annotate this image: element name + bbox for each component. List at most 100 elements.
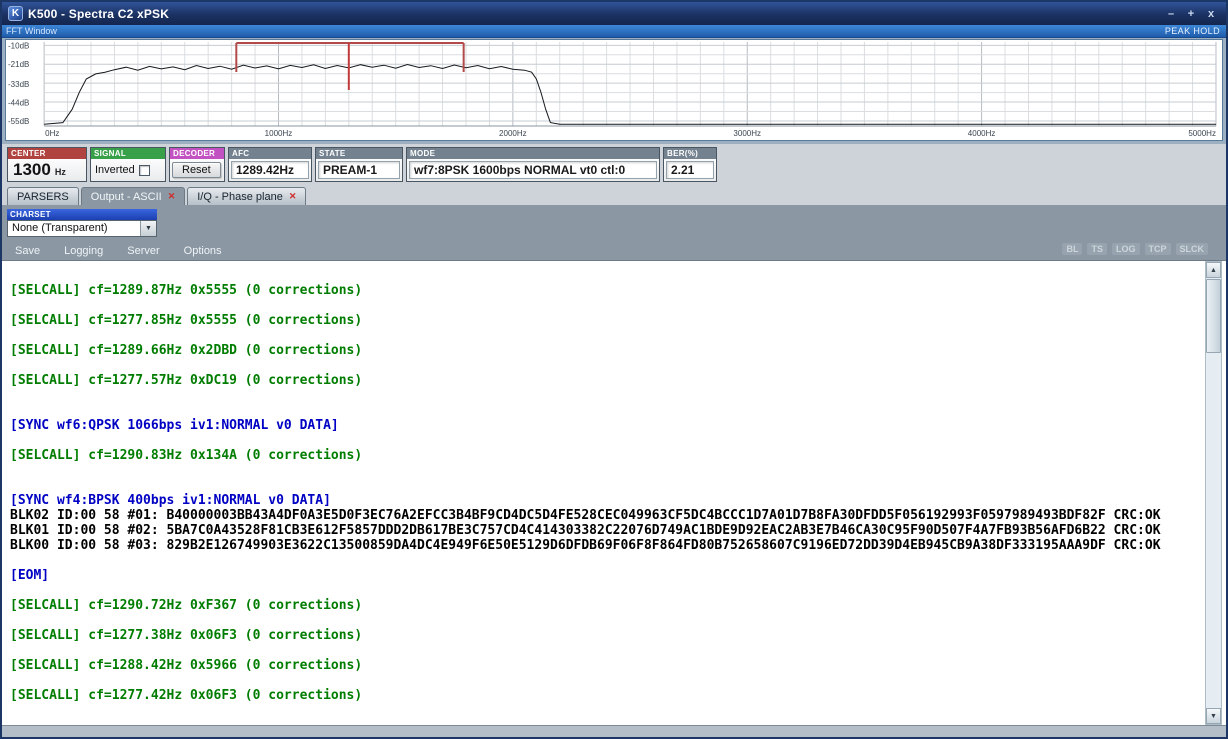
status-flags: BL TS LOG TCP SLCK <box>1062 243 1208 255</box>
fft-window-title: FFT Window <box>6 26 57 36</box>
output-line: BLK00 ID:00 58 #03: 829B2E126749903E3622… <box>10 538 1161 553</box>
menu-bar: Save Logging Server Options <box>15 245 222 257</box>
output-text: [SELCALL] cf=1289.87Hz 0x5555 (0 correct… <box>2 261 1226 703</box>
center-unit: Hz <box>54 167 66 177</box>
svg-text:0Hz: 0Hz <box>45 129 59 138</box>
afc-value: 1289.42Hz <box>231 161 309 179</box>
maximize-button[interactable]: + <box>1185 8 1197 20</box>
tab-parsers[interactable]: PARSERS <box>7 187 79 205</box>
charset-label: CHARSET <box>7 209 157 220</box>
tab-output-ascii[interactable]: Output - ASCII ✕ <box>80 187 186 205</box>
mode-control: MODE wf7:8PSK 1600bps NORMAL vt0 ctl:0 <box>406 147 660 182</box>
decoder-control: DECODER Reset <box>169 147 225 182</box>
svg-text:-10dB: -10dB <box>8 41 29 50</box>
tab-close-icon[interactable]: ✕ <box>168 191 176 202</box>
afc-label: AFC <box>229 148 311 159</box>
signal-label: SIGNAL <box>91 148 165 159</box>
output-toolbar-panel: CHARSET None (Transparent) ▼ Save Loggin… <box>2 205 1226 260</box>
ber-control: BER(%) 2.21 <box>663 147 717 182</box>
status-bar <box>2 725 1226 737</box>
window-title: K500 - Spectra C2 xPSK <box>28 6 170 21</box>
state-value: PREAM-1 <box>318 161 400 179</box>
svg-text:1000Hz: 1000Hz <box>265 129 293 138</box>
flag-ts[interactable]: TS <box>1087 243 1107 255</box>
menu-logging[interactable]: Logging <box>64 245 103 257</box>
flag-bl[interactable]: BL <box>1062 243 1083 255</box>
output-line: [SELCALL] cf=1277.42Hz 0x06F3 (0 correct… <box>10 688 363 703</box>
output-line: [SYNC wf6:QPSK 1066bps iv1:NORMAL v0 DAT… <box>10 418 339 433</box>
output-line: [SELCALL] cf=1277.85Hz 0x5555 (0 correct… <box>10 313 363 328</box>
svg-text:2000Hz: 2000Hz <box>499 129 527 138</box>
inverted-label: Inverted <box>95 164 135 176</box>
scrollbar-thumb[interactable] <box>1206 279 1221 353</box>
flag-log[interactable]: LOG <box>1112 243 1140 255</box>
output-line: BLK01 ID:00 58 #02: 5BA7C0A43528F81CB3E6… <box>10 523 1161 538</box>
charset-dropdown[interactable]: None (Transparent) ▼ <box>7 220 157 237</box>
close-button[interactable]: x <box>1205 8 1217 20</box>
svg-text:-21dB: -21dB <box>8 60 29 69</box>
decoder-output: [SELCALL] cf=1289.87Hz 0x5555 (0 correct… <box>2 260 1226 725</box>
scrollbar[interactable]: ▲ ▼ <box>1205 261 1222 725</box>
tab-label: Output - ASCII <box>90 190 162 203</box>
chevron-down-icon[interactable]: ▼ <box>140 221 156 236</box>
svg-text:3000Hz: 3000Hz <box>733 129 761 138</box>
output-line: [SELCALL] cf=1277.57Hz 0xDC19 (0 correct… <box>10 373 363 388</box>
minimize-button[interactable]: – <box>1165 8 1177 20</box>
state-label: STATE <box>316 148 402 159</box>
output-line: [SELCALL] cf=1289.87Hz 0x5555 (0 correct… <box>10 283 363 298</box>
flag-slck[interactable]: SLCK <box>1175 243 1208 255</box>
control-row: CENTER 1300 Hz SIGNAL Inverted DECODER R… <box>2 144 1226 185</box>
inverted-checkbox[interactable] <box>138 164 150 176</box>
output-line: [SELCALL] cf=1290.72Hz 0xF367 (0 correct… <box>10 598 363 613</box>
charset-control: CHARSET None (Transparent) ▼ <box>7 209 157 237</box>
output-line: BLK02 ID:00 58 #01: B40000003BB43A4DF0A3… <box>10 508 1161 523</box>
svg-text:-44dB: -44dB <box>8 98 29 107</box>
output-line: [SELCALL] cf=1288.42Hz 0x5966 (0 correct… <box>10 658 363 673</box>
app-window: K K500 - Spectra C2 xPSK – + x FFT Windo… <box>0 0 1228 739</box>
scroll-up-button[interactable]: ▲ <box>1206 262 1221 278</box>
peak-hold-toggle[interactable]: PEAK HOLD <box>1165 26 1220 36</box>
fft-panel-header: FFT Window PEAK HOLD <box>2 25 1226 38</box>
title-bar: K K500 - Spectra C2 xPSK – + x <box>2 2 1226 25</box>
center-value-box[interactable]: 1300 Hz <box>8 159 86 181</box>
menu-options[interactable]: Options <box>184 245 222 257</box>
afc-control: AFC 1289.42Hz <box>228 147 312 182</box>
app-icon: K <box>8 6 23 21</box>
tab-strip: PARSERS Output - ASCII ✕ I/Q - Phase pla… <box>2 185 1226 205</box>
fft-spectrum-display[interactable]: -10dB -21dB -33dB -44dB -55dB 0Hz 1000Hz 2000Hz… <box>5 39 1223 141</box>
fft-spectrum-chart: -10dB -21dB -33dB -44dB -55dB 0Hz 1000Hz 2000Hz… <box>8 41 1217 138</box>
menu-save[interactable]: Save <box>15 245 40 257</box>
tab-close-icon[interactable]: ✕ <box>289 191 297 202</box>
output-line: [SELCALL] cf=1290.83Hz 0x134A (0 correct… <box>10 448 363 463</box>
decoder-label: DECODER <box>170 148 224 159</box>
window-controls: – + x <box>1165 8 1220 20</box>
center-frequency-control: CENTER 1300 Hz <box>7 147 87 182</box>
reset-button[interactable]: Reset <box>172 162 221 178</box>
flag-tcp[interactable]: TCP <box>1144 243 1171 255</box>
signal-control: SIGNAL Inverted <box>90 147 166 182</box>
tab-iq-phase-plane[interactable]: I/Q - Phase plane ✕ <box>187 187 307 205</box>
state-control: STATE PREAM-1 <box>315 147 403 182</box>
scroll-down-button[interactable]: ▼ <box>1206 708 1221 724</box>
center-value[interactable]: 1300 <box>13 160 51 180</box>
svg-text:-55dB: -55dB <box>8 117 29 126</box>
fft-panel: FFT Window PEAK HOLD -10dB -21dB -33dB -44d… <box>2 25 1226 144</box>
ber-label: BER(%) <box>664 148 716 159</box>
center-label: CENTER <box>8 148 86 159</box>
mode-label: MODE <box>407 148 659 159</box>
ber-value: 2.21 <box>666 161 714 179</box>
tab-label: I/Q - Phase plane <box>197 190 283 203</box>
menu-server[interactable]: Server <box>127 245 159 257</box>
output-line: [SELCALL] cf=1289.66Hz 0x2DBD (0 correct… <box>10 343 363 358</box>
